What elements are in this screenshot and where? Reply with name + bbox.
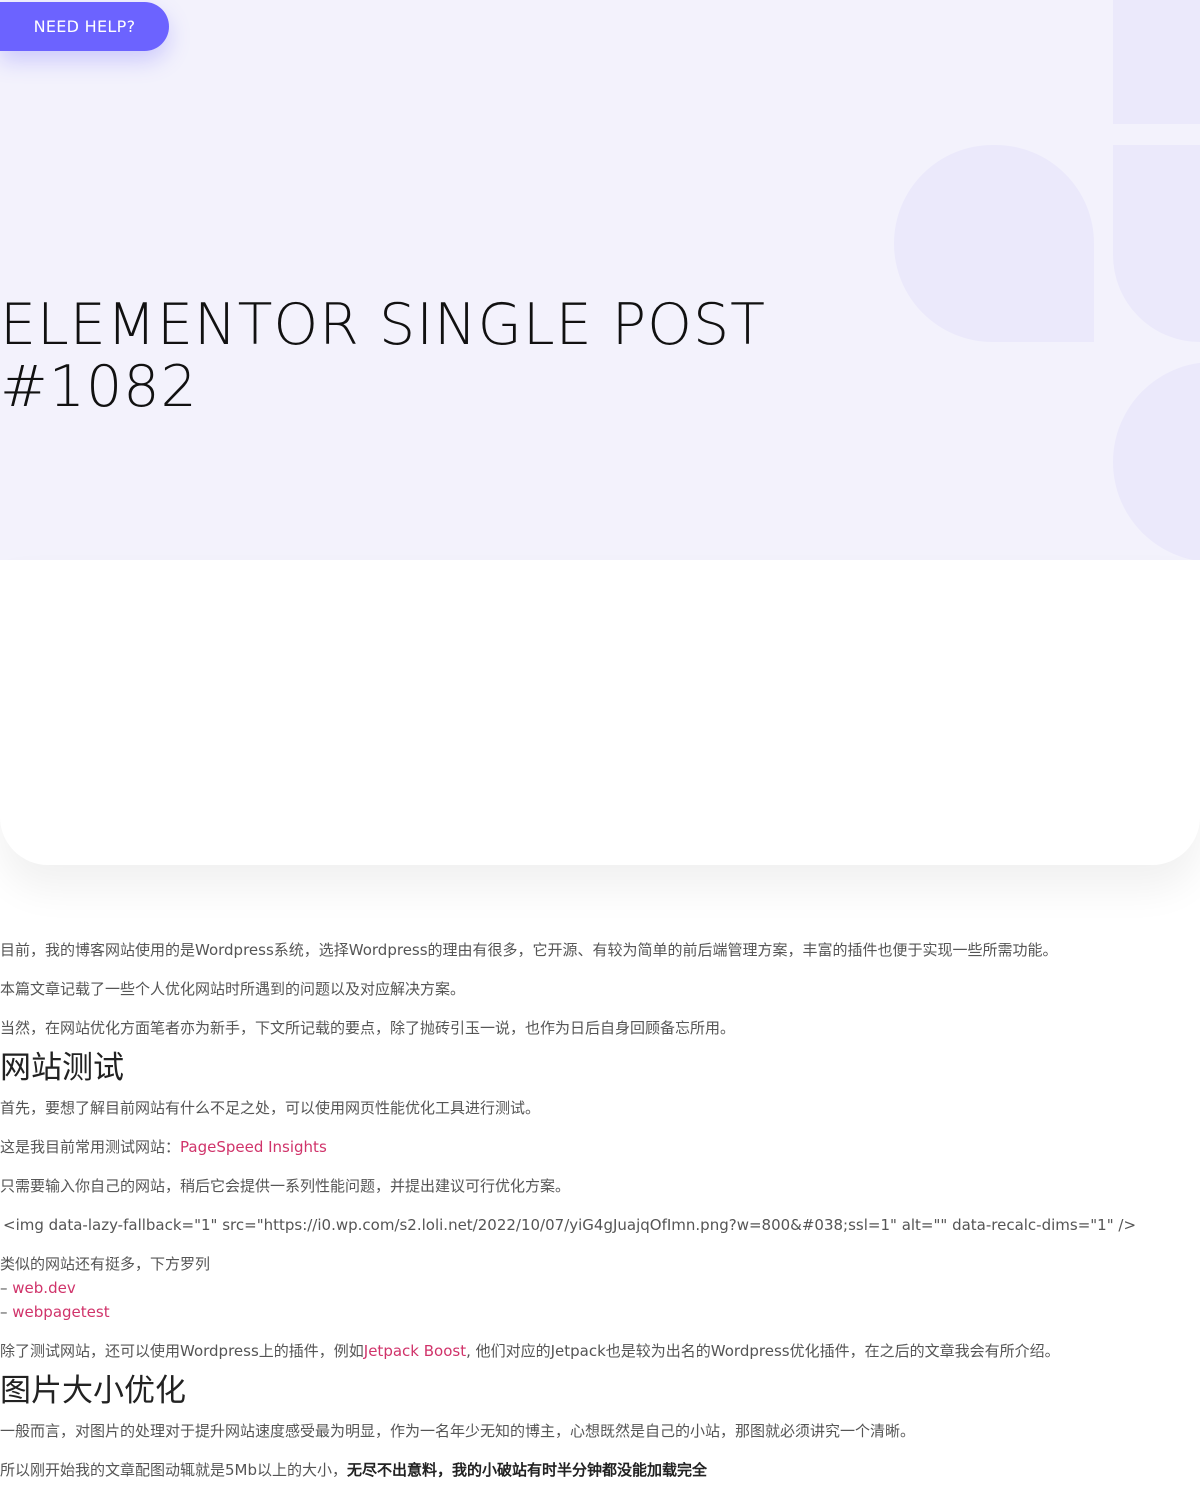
- paragraph-image-intro: 一般而言，对图片的处理对于提升网站速度感受最为明显，作为一名年少无知的博主，心想…: [0, 1422, 916, 1440]
- page-title-line1: ELEMENTOR SINGLE POST: [0, 292, 766, 358]
- decorative-square: [1113, 0, 1200, 124]
- webdev-link[interactable]: web.dev: [12, 1279, 75, 1297]
- decorative-circle: [1113, 362, 1200, 560]
- paragraph-test-site: 这是我目前常用测试网站：PageSpeed Insights: [0, 1135, 1200, 1159]
- image-size-bold-text: 无尽不出意料，我的小破站有时半分钟都没能加载完全: [347, 1461, 708, 1479]
- heading-image-optimization: 图片大小优化: [0, 1373, 186, 1409]
- image-code-text: <img data-lazy-fallback="1" src="https:/…: [3, 1216, 1137, 1234]
- test-site-label: 这是我目前常用测试网站：: [0, 1138, 181, 1156]
- need-help-button[interactable]: NEED HELP?: [0, 2, 169, 51]
- paragraph-disclaimer: 当然，在网站优化方面笔者亦为新手，下文所记载的要点，除了抛砖引玉一说，也作为日后…: [0, 1019, 736, 1037]
- paragraph-testing-intro: 首先，要想了解目前网站有什么不足之处，可以使用网页性能优化工具进行测试。: [0, 1099, 541, 1117]
- similar-sites-label: 类似的网站还有挺多，下方罗列: [0, 1255, 211, 1273]
- list-dash: –: [0, 1279, 13, 1297]
- page-title-line2: #1082: [0, 354, 198, 420]
- paragraph-similar-sites: 类似的网站还有挺多，下方罗列 – web.dev – webpagetest: [0, 1252, 1200, 1324]
- hero-section: NEED HELP? ELEMENTOR SINGLE POST #1082: [0, 0, 1200, 560]
- paragraph-enter-site: 只需要输入你自己的网站，稍后它会提供一系列性能问题，并提出建议可行优化方案。: [0, 1177, 571, 1195]
- image-size-text: 所以刚开始我的文章配图动辄就是5Mb以上的大小，: [0, 1461, 348, 1479]
- page-title: ELEMENTOR SINGLE POST #1082: [0, 294, 880, 418]
- paragraph-intro: 目前，我的博客网站使用的是Wordpress系统，选择Wordpress的理由有…: [0, 941, 1058, 959]
- paragraph-purpose: 本篇文章记载了一些个人优化网站时所遇到的问题以及对应解决方案。: [0, 980, 466, 998]
- paragraph-plugins: 除了测试网站，还可以使用Wordpress上的插件，例如Jetpack Boos…: [0, 1339, 1200, 1363]
- paragraph-image-size: 所以刚开始我的文章配图动辄就是5Mb以上的大小，无尽不出意料，我的小破站有时半分…: [0, 1458, 1200, 1482]
- plugins-text-suffix: , 他们对应的Jetpack也是较为出名的Wordpress优化插件，在之后的文…: [466, 1342, 1060, 1360]
- decorative-quarter-shape: [1113, 145, 1200, 342]
- heading-website-testing: 网站测试: [0, 1050, 124, 1086]
- featured-image-card: [0, 560, 1200, 865]
- post-content: 目前，我的博客网站使用的是Wordpress系统，选择Wordpress的理由有…: [0, 938, 1200, 1482]
- pagespeed-insights-link[interactable]: PageSpeed Insights: [180, 1138, 327, 1156]
- webpagetest-link[interactable]: webpagetest: [12, 1303, 109, 1321]
- list-dash: –: [0, 1303, 13, 1321]
- decorative-drop-shape: [894, 145, 1094, 342]
- plugins-text-prefix: 除了测试网站，还可以使用Wordpress上的插件，例如: [0, 1342, 364, 1360]
- jetpack-boost-link[interactable]: Jetpack Boost: [364, 1342, 466, 1360]
